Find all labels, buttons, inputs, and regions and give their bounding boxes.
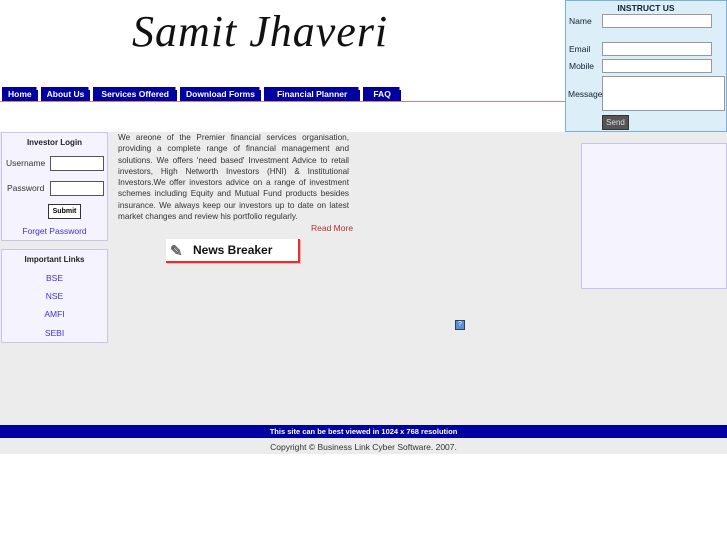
nav-financial-planner[interactable]: Financial Planner xyxy=(263,87,363,101)
send-button[interactable]: Send xyxy=(602,115,629,130)
link-nse[interactable]: NSE xyxy=(2,291,107,301)
password-label: Password xyxy=(7,183,45,193)
mobile-label: Mobile xyxy=(569,61,595,71)
submit-button[interactable]: Submit xyxy=(48,204,81,219)
news-breaker-banner[interactable]: ✎ News Breaker xyxy=(166,239,300,263)
pencil-icon: ✎ xyxy=(170,243,183,260)
link-bse[interactable]: BSE xyxy=(2,273,107,283)
nav-home[interactable]: Home xyxy=(2,87,40,101)
instruct-us-form: INSTRUCT US Name Email Mobile Message Se… xyxy=(565,0,727,132)
nav-about-us[interactable]: About Us xyxy=(40,87,93,101)
mobile-input[interactable] xyxy=(602,59,712,73)
nav-download-forms[interactable]: Download Forms xyxy=(179,87,263,101)
read-more-link[interactable]: Read More xyxy=(311,223,353,233)
main-nav: Home About Us Services Offered Download … xyxy=(2,87,404,101)
resolution-notice: This site can be best viewed in 1024 x 7… xyxy=(0,425,727,438)
forget-password-link[interactable]: Forget Password xyxy=(2,226,107,236)
links-title: Important Links xyxy=(24,255,85,264)
username-label: Username xyxy=(6,158,46,168)
message-label: Message xyxy=(568,89,603,99)
username-input[interactable] xyxy=(50,156,104,171)
email-input[interactable] xyxy=(602,42,712,56)
email-label: Email xyxy=(569,44,591,54)
broken-image-icon: ? xyxy=(455,320,465,330)
site-logo: Samit Jhaveri xyxy=(132,7,389,56)
news-breaker-label: News Breaker xyxy=(193,243,273,257)
message-input[interactable] xyxy=(602,76,725,111)
nav-services-offered[interactable]: Services Offered xyxy=(93,87,179,101)
instruct-title: INSTRUCT US xyxy=(617,3,675,13)
important-links-box: Important Links BSE NSE AMFI SEBI xyxy=(1,249,108,343)
link-sebi[interactable]: SEBI xyxy=(2,328,107,338)
name-input[interactable] xyxy=(602,14,712,28)
news-panel xyxy=(581,143,727,289)
login-title: Investor Login xyxy=(26,138,83,147)
divider xyxy=(0,101,566,102)
about-text: We areone of the Premier financial servi… xyxy=(118,133,349,222)
nav-faq[interactable]: FAQ xyxy=(363,87,404,101)
link-amfi[interactable]: AMFI xyxy=(2,309,107,319)
name-label: Name xyxy=(569,16,592,26)
password-input[interactable] xyxy=(50,181,104,196)
investor-login-box: Investor Login Username Password Submit … xyxy=(1,132,108,241)
copyright: Copyright © Business Link Cyber Software… xyxy=(0,438,727,454)
